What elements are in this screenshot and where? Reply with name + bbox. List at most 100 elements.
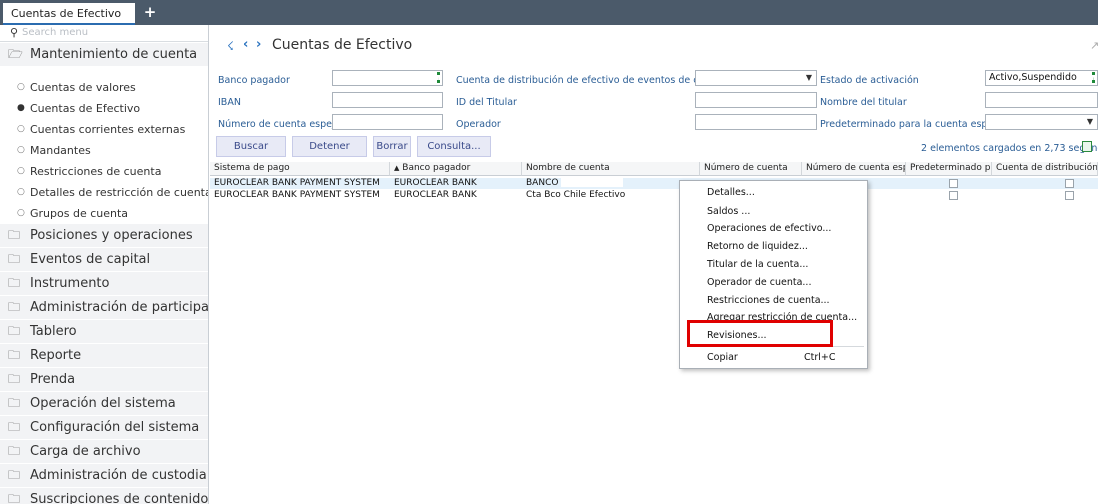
- menu-item-copiar[interactable]: Copiar Ctrl+C: [680, 348, 867, 367]
- column-header-predeterminado[interactable]: Predeterminado para...: [906, 162, 992, 176]
- lookup-icon[interactable]: [437, 72, 440, 83]
- add-tab-button[interactable]: +: [141, 3, 159, 21]
- label-banco-pagador: Banco pagador: [218, 75, 290, 86]
- folder-icon: 🗀: [8, 348, 21, 362]
- iban-input[interactable]: [332, 92, 443, 108]
- sidebar-group-label: Administración de participantes: [30, 300, 209, 315]
- sidebar-item-mandantes[interactable]: ○ Mandantes: [0, 140, 208, 161]
- export-icon[interactable]: [1082, 141, 1092, 152]
- menu-item-operador-cuenta[interactable]: Operador de cuenta...: [680, 273, 867, 292]
- sidebar-group-label: Administración de custodia: [30, 468, 207, 483]
- sidebar-item-label: Restricciones de cuenta: [30, 165, 162, 178]
- column-header-label: Predeterminado para...: [910, 163, 991, 173]
- cell-sistema-pago: EUROCLEAR BANK PAYMENT SYSTEM: [214, 178, 380, 188]
- sidebar-group-label: Configuración del sistema: [30, 420, 200, 435]
- chevron-left-icon[interactable]: ‹: [243, 37, 248, 52]
- checkbox-predeterminado[interactable]: [949, 191, 958, 200]
- label-estado-activacion: Estado de activación: [820, 75, 919, 86]
- borrar-button[interactable]: Borrar: [373, 136, 411, 157]
- sidebar-group-reporte[interactable]: 🗀 Reporte: [0, 344, 208, 367]
- lookup-icon[interactable]: [1092, 72, 1095, 83]
- menu-search[interactable]: ⚲ Search menu: [0, 25, 208, 42]
- bullet-icon: ○: [17, 208, 25, 218]
- bullet-icon: ○: [17, 145, 25, 155]
- column-header-label: Banco pagador: [402, 163, 471, 173]
- sidebar-group-administracion-custodia[interactable]: 🗀 Administración de custodia: [0, 464, 208, 487]
- sidebar-group-posiciones[interactable]: 🗀 Posiciones y operaciones: [0, 224, 208, 247]
- folder-icon: 🗀: [8, 372, 21, 386]
- sidebar-item-cuentas-corrientes-externas[interactable]: ○ Cuentas corrientes externas: [0, 119, 208, 140]
- predeterminado-select[interactable]: ▼: [985, 114, 1098, 130]
- chevron-down-icon[interactable]: ▼: [806, 71, 812, 85]
- detener-button[interactable]: Detener: [292, 136, 367, 157]
- sidebar-item-label: Cuentas corrientes externas: [30, 123, 186, 136]
- pin-icon[interactable]: ↗: [1090, 39, 1098, 52]
- column-header-label: Sistema de pago: [214, 163, 290, 173]
- sidebar-item-cuentas-de-efectivo[interactable]: ● Cuentas de Efectivo: [0, 98, 208, 119]
- column-header-distribucion[interactable]: Cuenta de distribución d: [992, 162, 1098, 176]
- id-titular-input[interactable]: [695, 92, 817, 108]
- sidebar-item-cuentas-de-valores[interactable]: ○ Cuentas de valores: [0, 77, 208, 98]
- consulta-button[interactable]: Consulta...: [417, 136, 491, 157]
- menu-search-input[interactable]: Search menu: [22, 27, 88, 38]
- banco-pagador-input[interactable]: [332, 70, 443, 86]
- menu-item-operaciones-efectivo[interactable]: Operaciones de efectivo...: [680, 219, 867, 238]
- table-row[interactable]: EUROCLEAR BANK PAYMENT SYSTEM EUROCLEAR …: [210, 178, 1098, 189]
- buscar-button[interactable]: Buscar: [216, 136, 286, 157]
- menu-item-label: Copiar: [707, 352, 738, 363]
- sidebar-group-label: Operación del sistema: [30, 396, 176, 411]
- label-id-titular: ID del Titular: [456, 97, 517, 108]
- sidebar-group-mantenimiento[interactable]: 🗁 Mantenimiento de cuenta: [0, 43, 208, 66]
- column-header-cuenta-espejo[interactable]: Número de cuenta esp...: [802, 162, 906, 176]
- sidebar-group-tablero[interactable]: 🗀 Tablero: [0, 320, 208, 343]
- column-header-numero-cuenta[interactable]: Número de cuenta: [700, 162, 802, 176]
- page-header: ☇ ‹ › Cuentas de Efectivo ↗: [210, 25, 1098, 65]
- menu-item-retorno-liquidez[interactable]: Retorno de liquidez...: [680, 237, 867, 256]
- folder-icon: 🗀: [8, 300, 21, 314]
- sidebar-group-label: Carga de archivo: [30, 444, 141, 459]
- sidebar-group-configuracion-sistema[interactable]: 🗀 Configuración del sistema: [0, 416, 208, 439]
- sidebar-group-label: Tablero: [30, 324, 77, 339]
- redacted-block: [561, 178, 624, 187]
- estado-activacion-input[interactable]: Activo,Suspendido: [985, 70, 1098, 86]
- table-row[interactable]: EUROCLEAR BANK PAYMENT SYSTEM EUROCLEAR …: [210, 190, 1098, 201]
- operador-input[interactable]: [695, 114, 817, 130]
- checkbox-distribucion[interactable]: [1065, 191, 1074, 200]
- distribucion-select[interactable]: ▼: [695, 70, 817, 86]
- column-header-label: Número de cuenta: [704, 163, 788, 173]
- checkbox-predeterminado[interactable]: [949, 179, 958, 188]
- column-header-nombre-cuenta[interactable]: Nombre de cuenta: [522, 162, 700, 176]
- cell-banco-pagador: EUROCLEAR BANK: [394, 190, 477, 200]
- menu-item-detalles[interactable]: Detalles...: [680, 183, 867, 202]
- sidebar-item-restricciones-de-cuenta[interactable]: ○ Restricciones de cuenta: [0, 161, 208, 182]
- column-header-banco-pagador[interactable]: ▲ Banco pagador: [390, 162, 522, 176]
- nombre-titular-input[interactable]: [985, 92, 1098, 108]
- checkbox-distribucion[interactable]: [1065, 179, 1074, 188]
- page-title: Cuentas de Efectivo: [272, 37, 413, 53]
- sidebar-group-eventos[interactable]: 🗀 Eventos de capital: [0, 248, 208, 271]
- sidebar-item-grupos-de-cuenta[interactable]: ○ Grupos de cuenta: [0, 203, 208, 224]
- sidebar-item-detalles-de-restriccion[interactable]: ○ Detalles de restricción de cuenta: [0, 182, 208, 203]
- chevron-down-icon[interactable]: ▼: [1087, 115, 1093, 129]
- hierarchy-icon[interactable]: ☇: [227, 39, 234, 53]
- status-loaded: 2 elementos cargados en 2,73 segundo: [921, 143, 1098, 154]
- sidebar-group-suscripciones[interactable]: 🗀 Suscripciones de contenido: [0, 488, 208, 504]
- tab-cuentas-de-efectivo[interactable]: Cuentas de Efectivo: [3, 3, 136, 25]
- sidebar-group-label: Eventos de capital: [30, 252, 151, 267]
- sidebar-item-label: Mandantes: [30, 144, 91, 157]
- menu-item-titular-cuenta[interactable]: Titular de la cuenta...: [680, 255, 867, 274]
- sidebar-group-carga-archivo[interactable]: 🗀 Carga de archivo: [0, 440, 208, 463]
- sidebar-group-label: Prenda: [30, 372, 76, 387]
- menu-item-shortcut: Ctrl+C: [804, 352, 836, 363]
- highlight-box: [687, 320, 833, 347]
- sidebar-group-label: Posiciones y operaciones: [30, 228, 193, 243]
- sidebar-group-prenda[interactable]: 🗀 Prenda: [0, 368, 208, 391]
- sort-ascending-icon: ▲: [394, 164, 400, 172]
- cuenta-espejo-input[interactable]: [332, 114, 443, 130]
- sidebar-group-instrumento[interactable]: 🗀 Instrumento: [0, 272, 208, 295]
- chevron-right-icon[interactable]: ›: [256, 37, 261, 52]
- sidebar-group-administracion-participantes[interactable]: 🗀 Administración de participantes: [0, 296, 209, 319]
- column-header-sistema-pago[interactable]: Sistema de pago: [210, 162, 390, 176]
- estado-activacion-value: Activo,Suspendido: [989, 72, 1077, 83]
- sidebar-group-operacion-sistema[interactable]: 🗀 Operación del sistema: [0, 392, 208, 415]
